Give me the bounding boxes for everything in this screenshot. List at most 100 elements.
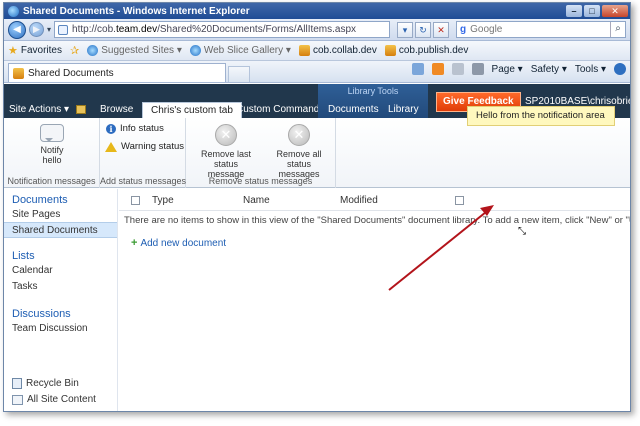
print-icon[interactable]	[471, 63, 484, 75]
remove-last-status-button[interactable]: ✕ Remove last status message	[188, 124, 264, 179]
browser-tab-row: Shared Documents Page ▾ Safety ▾ Tools ▾	[4, 61, 630, 83]
navigate-up-icon[interactable]	[76, 105, 86, 114]
column-modified[interactable]: Modified	[340, 195, 378, 206]
page-menu[interactable]: Page ▾	[492, 64, 523, 75]
site-content-icon	[12, 394, 23, 405]
window-title: Shared Documents - Windows Internet Expl…	[23, 5, 250, 17]
nav-item-tasks[interactable]: Tasks	[4, 278, 117, 294]
close-window-button[interactable]: ✕	[602, 5, 628, 17]
page-icon	[58, 24, 69, 35]
help-icon[interactable]	[614, 63, 626, 75]
ribbon-body: Notify hello Notification messages i Inf…	[4, 118, 630, 188]
context-group-label: Library Tools	[347, 86, 399, 96]
favorite-label: cob.collab.dev	[312, 45, 377, 56]
history-dropdown-icon[interactable]: ▾	[47, 25, 51, 34]
remove-icon: ✕	[215, 124, 237, 146]
column-name[interactable]: Name	[243, 195, 270, 206]
recycle-bin-label: Recycle Bin	[26, 378, 79, 389]
address-dropdown-button[interactable]: ▾	[397, 21, 413, 38]
refresh-button[interactable]: ↻	[415, 21, 431, 38]
group-notification-messages: Notify hello Notification messages	[4, 118, 100, 188]
remove-all-status-button[interactable]: ✕ Remove all status messages	[264, 124, 334, 179]
library-tools-group: Library Tools Documents Library	[318, 84, 428, 118]
google-icon: g	[460, 24, 467, 35]
column-header-row: Type Name Modified	[119, 189, 630, 211]
add-favorites-button[interactable]: ✰	[70, 44, 79, 57]
favorite-collab[interactable]: cob.collab.dev	[298, 45, 377, 56]
tab-library[interactable]: Library	[388, 102, 419, 118]
group-label: Remove status messages	[208, 176, 313, 186]
plus-icon: +	[131, 237, 138, 249]
sharepoint-page: Site Actions ▾ Browse Chris's custom tab…	[4, 84, 630, 411]
favorite-web-slice-gallery[interactable]: Web Slice Gallery ▾	[189, 45, 291, 56]
all-site-content-label: All Site Content	[27, 394, 96, 405]
safety-menu[interactable]: Safety ▾	[531, 64, 567, 75]
search-input[interactable]: g Google ⌕	[456, 21, 626, 38]
browser-window: Shared Documents - Windows Internet Expl…	[3, 2, 631, 412]
home-icon[interactable]	[411, 63, 424, 75]
search-icon[interactable]: ⌕	[610, 22, 625, 37]
warning-icon	[105, 141, 117, 152]
tab-browse[interactable]: Browse	[100, 102, 133, 118]
sharepoint-site-icon	[384, 45, 396, 56]
group-remove-status-messages: ✕ Remove last status message ✕ Remove al…	[186, 118, 336, 188]
mouse-cursor-icon: ⤡	[518, 226, 526, 237]
suggested-sites-icon	[87, 45, 99, 56]
recycle-bin-link[interactable]: Recycle Bin	[12, 378, 79, 389]
warning-status-label: Warning status	[121, 141, 185, 152]
back-button[interactable]: ◀	[8, 20, 26, 39]
remove-all-line1: Remove all status	[276, 149, 322, 169]
list-view: Type Name Modified There are no items to…	[119, 189, 630, 411]
speech-bubble-icon	[40, 124, 64, 142]
maximize-button[interactable]: □	[584, 5, 600, 17]
favorites-button[interactable]: ★ Favorites	[8, 44, 62, 57]
stop-button[interactable]: ✕	[433, 21, 449, 38]
remove-last-line1: Remove last status	[200, 149, 252, 169]
new-tab-button[interactable]	[228, 66, 250, 82]
warning-status-button[interactable]: Warning status	[105, 141, 184, 152]
nav-heading-discussions[interactable]: Discussions	[4, 294, 117, 320]
column-type[interactable]: Type	[152, 195, 174, 206]
mail-icon[interactable]	[451, 63, 464, 75]
nav-item-calendar[interactable]: Calendar	[4, 262, 117, 278]
address-toolbar: ◀ ▶ ▾ http://cob.team.dev/Shared%20Docum…	[4, 19, 630, 41]
all-site-content-link[interactable]: All Site Content	[12, 394, 96, 405]
star-icon: ★	[8, 45, 18, 57]
favorites-label: Favorites	[20, 45, 62, 56]
nav-item-shared-documents[interactable]: Shared Documents	[4, 222, 117, 238]
info-icon: i	[106, 123, 116, 134]
browser-tab-label: Shared Documents	[28, 67, 114, 79]
favorite-publish[interactable]: cob.publish.dev	[384, 45, 469, 56]
tools-menu[interactable]: Tools ▾	[575, 64, 606, 75]
nav-item-team-discussion[interactable]: Team Discussion	[4, 320, 117, 336]
empty-list-message: There are no items to show in this view …	[124, 215, 631, 226]
group-label: Add status messages	[100, 176, 187, 186]
browser-tab-shared-documents[interactable]: Shared Documents	[8, 63, 226, 82]
tab-custom-commands[interactable]: Custom Commands	[236, 102, 324, 118]
add-new-document-link[interactable]: + Add new document	[131, 237, 226, 249]
tab-documents[interactable]: Documents	[328, 102, 379, 118]
notify-hello-button[interactable]: Notify hello	[32, 124, 72, 165]
feeds-icon[interactable]	[431, 63, 444, 75]
favorite-label: cob.publish.dev	[398, 45, 469, 56]
column-checkbox[interactable]	[455, 196, 464, 205]
nav-heading-lists[interactable]: Lists	[4, 238, 117, 262]
url-prefix: http://cob.	[72, 24, 116, 35]
url-host: team.dev	[115, 24, 158, 35]
url-path: /Shared%20Documents/Forms/AllItems.aspx	[157, 24, 357, 35]
favorite-suggested-sites[interactable]: Suggested Sites ▾	[87, 45, 182, 56]
select-all-checkbox[interactable]	[131, 196, 140, 205]
info-status-button[interactable]: i Info status	[106, 123, 164, 134]
nav-heading-documents[interactable]: Documents	[4, 189, 117, 206]
quick-launch: Documents Site Pages Shared Documents Li…	[4, 189, 118, 411]
tab-chris-custom[interactable]: Chris's custom tab	[142, 102, 242, 118]
site-actions-menu[interactable]: Site Actions ▾	[9, 102, 69, 118]
nav-item-site-pages[interactable]: Site Pages	[4, 206, 117, 222]
address-input[interactable]: http://cob.team.dev/Shared%20Documents/F…	[54, 21, 390, 38]
minimize-button[interactable]: –	[566, 5, 582, 17]
info-status-label: Info status	[120, 123, 164, 134]
forward-button[interactable]: ▶	[29, 22, 44, 37]
favorite-label: Web Slice Gallery ▾	[203, 45, 291, 56]
sharepoint-tab-icon	[13, 67, 24, 79]
notify-label-line1: Notify	[40, 145, 64, 155]
